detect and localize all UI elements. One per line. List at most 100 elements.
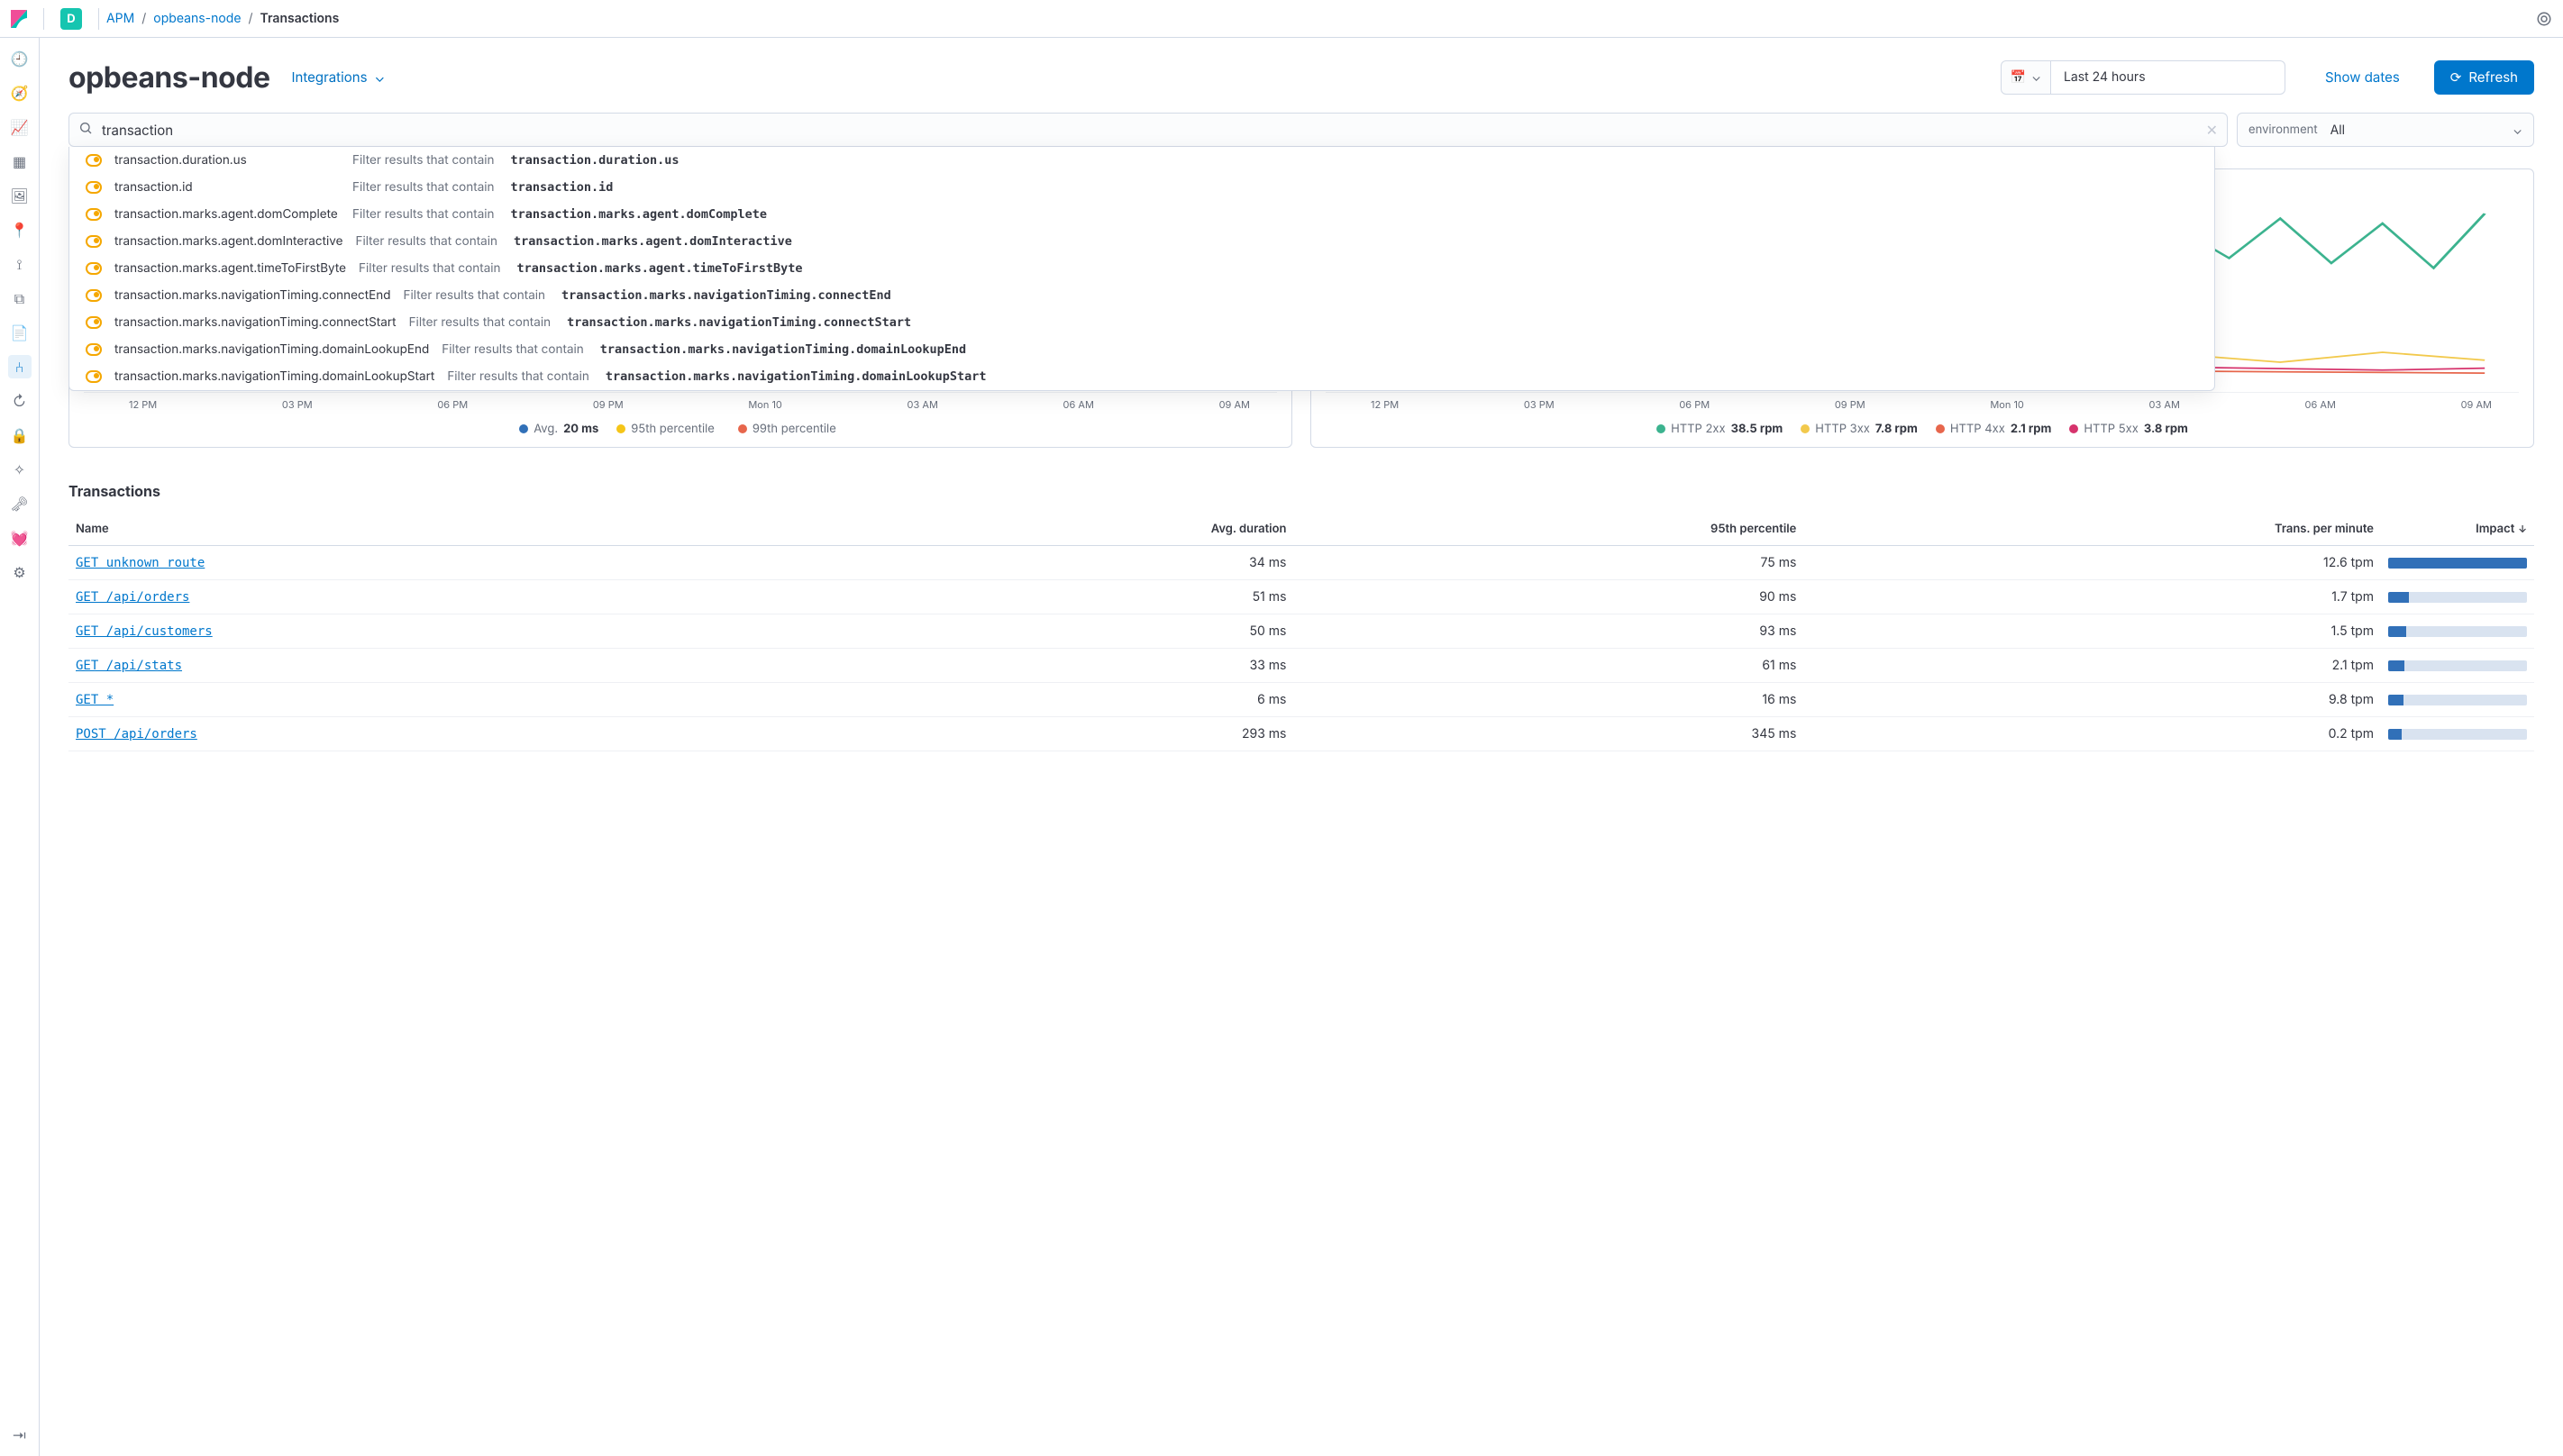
legend-item[interactable]: 95th percentile — [616, 422, 720, 436]
legend-item[interactable]: HTTP 3xx 7.8 rpm — [1801, 422, 1918, 436]
refresh-button[interactable]: ⟳ Refresh — [2434, 60, 2534, 95]
table-header[interactable]: Name — [68, 513, 837, 546]
suggestion-item[interactable]: transaction.marks.navigationTiming.domai… — [69, 336, 2214, 363]
suggestion-field: transaction.marks.agent.domComplete — [114, 207, 340, 222]
apm-icon[interactable]: ⑃ — [8, 355, 32, 378]
table-header[interactable]: Avg. duration — [837, 513, 1294, 546]
discover-icon[interactable]: 🧭 — [8, 81, 32, 105]
page-header: opbeans-node Integrations ⌄ 📅 ⌄ Last 24 … — [40, 38, 2563, 113]
date-range-readout[interactable]: Last 24 hours — [2051, 60, 2285, 95]
infra-icon[interactable]: ⧉ — [8, 287, 32, 310]
suggestion-item[interactable]: transaction.marks.navigationTiming.domai… — [69, 363, 2214, 390]
suggestion-field: transaction.marks.agent.timeToFirstByte — [114, 261, 346, 276]
dashboard-icon[interactable]: ▦ — [8, 150, 32, 173]
suggestion-field: transaction.marks.navigationTiming.domai… — [114, 342, 429, 357]
ml-icon[interactable]: ⟟ — [8, 252, 32, 276]
table-header[interactable]: Impact↓ — [2381, 513, 2534, 546]
search-box[interactable]: ✕ — [68, 113, 2228, 147]
field-icon — [86, 154, 102, 167]
filter-row: ✕ transaction.duration.us Filter results… — [40, 113, 2563, 147]
search-input[interactable] — [102, 122, 2197, 139]
field-icon — [86, 316, 102, 329]
suggestion-sample: transaction.id — [511, 180, 614, 195]
suggestion-item[interactable]: transaction.marks.navigationTiming.conne… — [69, 282, 2214, 309]
table-header[interactable]: 95th percentile — [1293, 513, 1803, 546]
x-tick: 09 AM — [1219, 398, 1250, 411]
x-tick: Mon 10 — [1990, 398, 2024, 411]
breadcrumb-current: Transactions — [260, 11, 340, 26]
legend-item[interactable]: HTTP 2xx 38.5 rpm — [1656, 422, 1783, 436]
suggestion-item[interactable]: transaction.marks.agent.timeToFirstByte … — [69, 255, 2214, 282]
legend-value: 3.8 rpm — [2144, 422, 2188, 436]
management-icon[interactable]: ⚙ — [8, 560, 32, 584]
transaction-link[interactable]: GET * — [76, 693, 114, 707]
canvas-icon[interactable]: 🖼 — [8, 184, 32, 207]
kibana-logo-icon[interactable] — [9, 9, 29, 29]
tpm-cell: 9.8 tpm — [1803, 683, 2381, 717]
environment-value: All — [2330, 123, 2500, 138]
visualize-icon[interactable]: 📈 — [8, 115, 32, 139]
transactions-heading: Transactions — [68, 469, 2534, 513]
integrations-dropdown[interactable]: Integrations ⌄ — [292, 68, 386, 86]
date-quick-button[interactable]: 📅 ⌄ — [2001, 60, 2051, 95]
transaction-link[interactable]: GET unknown route — [76, 556, 205, 570]
refresh-icon: ⟳ — [2450, 68, 2462, 86]
breadcrumb-service[interactable]: opbeans-node — [153, 11, 241, 26]
calendar-icon: 📅 — [2011, 69, 2026, 85]
uptime-icon[interactable]: ↻ — [8, 389, 32, 413]
siem-icon[interactable]: 🔒 — [8, 423, 32, 447]
suggestion-sample: transaction.marks.agent.domInteractive — [514, 234, 792, 249]
breadcrumb-apm[interactable]: APM — [106, 11, 134, 26]
table-header-row: NameAvg. duration95th percentileTrans. p… — [68, 513, 2534, 546]
transaction-link[interactable]: GET /api/stats — [76, 659, 182, 673]
clear-search-icon[interactable]: ✕ — [2206, 121, 2218, 139]
x-tick: 03 PM — [1524, 398, 1555, 411]
environment-select[interactable]: environment All ⌄ — [2237, 113, 2534, 147]
date-picker: 📅 ⌄ Last 24 hours — [2001, 60, 2285, 95]
legend-name: HTTP 4xx — [1950, 422, 2005, 436]
impact-bar — [2388, 558, 2527, 569]
legend-item[interactable]: Avg. 20 ms — [519, 422, 598, 436]
legend-item[interactable]: HTTP 4xx 2.1 rpm — [1936, 422, 2052, 436]
legend-value: 2.1 rpm — [2011, 422, 2052, 436]
transaction-link[interactable]: POST /api/orders — [76, 727, 197, 742]
table-header[interactable]: Trans. per minute — [1803, 513, 2381, 546]
suggestion-item[interactable]: transaction.marks.agent.domInteractive F… — [69, 228, 2214, 255]
suggestion-desc: Filter results that contain — [352, 207, 495, 222]
legend-item[interactable]: HTTP 5xx 3.8 rpm — [2069, 422, 2188, 436]
legend-name: 95th percentile — [631, 422, 715, 436]
devtools-icon[interactable]: ✧ — [8, 458, 32, 481]
legend-dot-icon — [1656, 424, 1665, 433]
x-tick: 03 AM — [2149, 398, 2180, 411]
suggestion-item[interactable]: transaction.id Filter results that conta… — [69, 174, 2214, 201]
x-axis: 12 PM03 PM06 PM09 PMMon 1003 AM06 AM09 A… — [1326, 393, 2519, 411]
suggestion-item[interactable]: transaction.duration.us Filter results t… — [69, 147, 2214, 174]
x-axis: 12 PM03 PM06 PM09 PMMon 1003 AM06 AM09 A… — [84, 393, 1277, 411]
recent-icon[interactable]: 🕘 — [8, 47, 32, 70]
suggestion-desc: Filter results that contain — [359, 261, 501, 276]
x-tick: 06 AM — [2305, 398, 2336, 411]
legend-dot-icon — [519, 424, 528, 433]
chevron-down-icon: ⌄ — [2513, 123, 2522, 138]
suggestion-item[interactable]: transaction.marks.agent.domComplete Filt… — [69, 201, 2214, 228]
legend-item[interactable]: 99th percentile — [738, 422, 842, 436]
show-dates-link[interactable]: Show dates — [2325, 68, 2400, 86]
impact-cell — [2381, 614, 2534, 649]
collapse-nav-icon[interactable]: ⇥ — [8, 1424, 32, 1447]
suggestion-field: transaction.marks.navigationTiming.conne… — [114, 288, 391, 303]
stack-icon[interactable]: 🗝 — [8, 492, 32, 515]
impact-bar — [2388, 729, 2527, 740]
logs-icon[interactable]: 📄 — [8, 321, 32, 344]
suggestion-sample: transaction.marks.agent.timeToFirstByte — [517, 261, 803, 276]
tpm-cell: 2.1 tpm — [1803, 649, 2381, 683]
avg-duration-cell: 34 ms — [837, 546, 1294, 580]
transaction-link[interactable]: GET /api/orders — [76, 590, 189, 605]
maps-icon[interactable]: 📍 — [8, 218, 32, 241]
transaction-link[interactable]: GET /api/customers — [76, 624, 213, 639]
suggestion-field: transaction.marks.navigationTiming.domai… — [114, 369, 434, 384]
legend-dot-icon — [616, 424, 625, 433]
monitoring-icon[interactable]: 💓 — [8, 526, 32, 550]
newsfeed-icon[interactable] — [2534, 9, 2554, 29]
suggestion-item[interactable]: transaction.marks.navigationTiming.conne… — [69, 309, 2214, 336]
space-badge[interactable]: D — [60, 8, 82, 30]
